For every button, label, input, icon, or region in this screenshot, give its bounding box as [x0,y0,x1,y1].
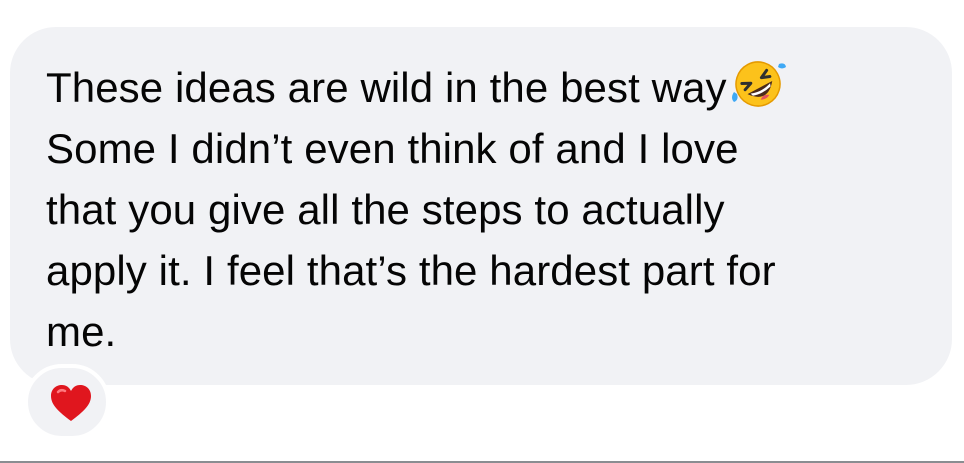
message-text: These ideas are wild in the best way Som… [46,57,926,362]
reaction-pill[interactable] [24,364,110,440]
message-line: Some I didn’t even think of and I love [46,125,739,172]
red-heart-icon [51,385,91,421]
message-line: that you give all the steps to actually [46,186,725,233]
message-line: These ideas are wild in the best way [46,57,926,118]
message-line: apply it. I feel that’s the hardest part… [46,247,776,294]
message-line-text: These ideas are wild in the best way [46,64,727,111]
rolling-on-the-floor-laughing-icon [731,61,786,107]
message-bubble[interactable]: These ideas are wild in the best way Som… [10,27,952,385]
message-line: me. [46,308,117,355]
